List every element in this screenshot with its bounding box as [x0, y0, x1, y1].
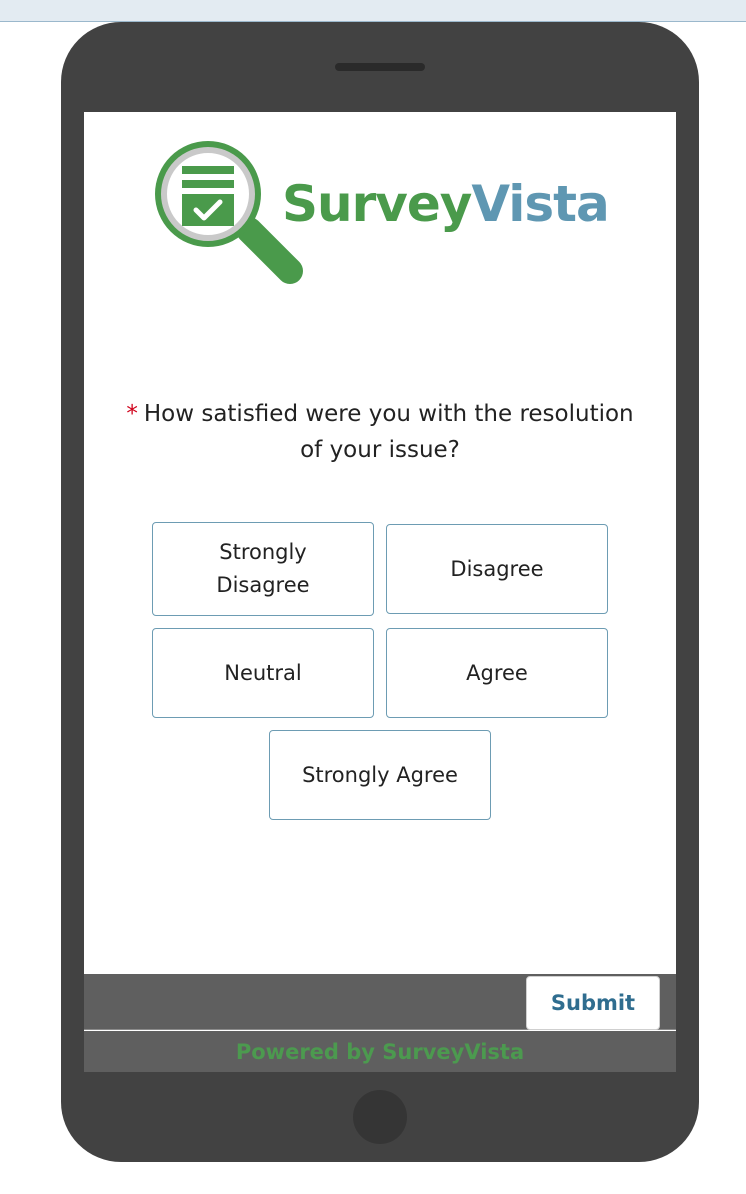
svg-text:SurveyVista: SurveyVista: [282, 175, 609, 233]
phone-home-button: [353, 1090, 407, 1144]
submit-bar: Submit: [84, 974, 676, 1030]
required-marker: *: [126, 401, 138, 427]
top-banner-strip: [0, 0, 746, 22]
option-strongly-disagree[interactable]: Strongly Disagree: [152, 522, 374, 616]
powered-by-footer: Powered by SurveyVista: [84, 1031, 676, 1072]
phone-frame: SurveyVista * How satisfied were you with…: [61, 22, 699, 1162]
survey-screen: SurveyVista * How satisfied were you with…: [84, 112, 676, 1072]
logo-text-survey: Survey: [282, 175, 472, 233]
option-agree[interactable]: Agree: [386, 628, 608, 718]
question-label: How satisfied were you with the resoluti…: [143, 401, 634, 463]
option-disagree[interactable]: Disagree: [386, 524, 608, 614]
option-neutral[interactable]: Neutral: [152, 628, 374, 718]
phone-speaker: [335, 63, 425, 71]
logo-text-vista: Vista: [471, 175, 608, 233]
magnifier-icon: [155, 141, 303, 284]
submit-button[interactable]: Submit: [526, 976, 660, 1030]
surveyvista-logo: SurveyVista: [155, 141, 610, 284]
question-text: * How satisfied were you with the resolut…: [124, 396, 636, 468]
option-strongly-agree[interactable]: Strongly Agree: [269, 730, 491, 820]
